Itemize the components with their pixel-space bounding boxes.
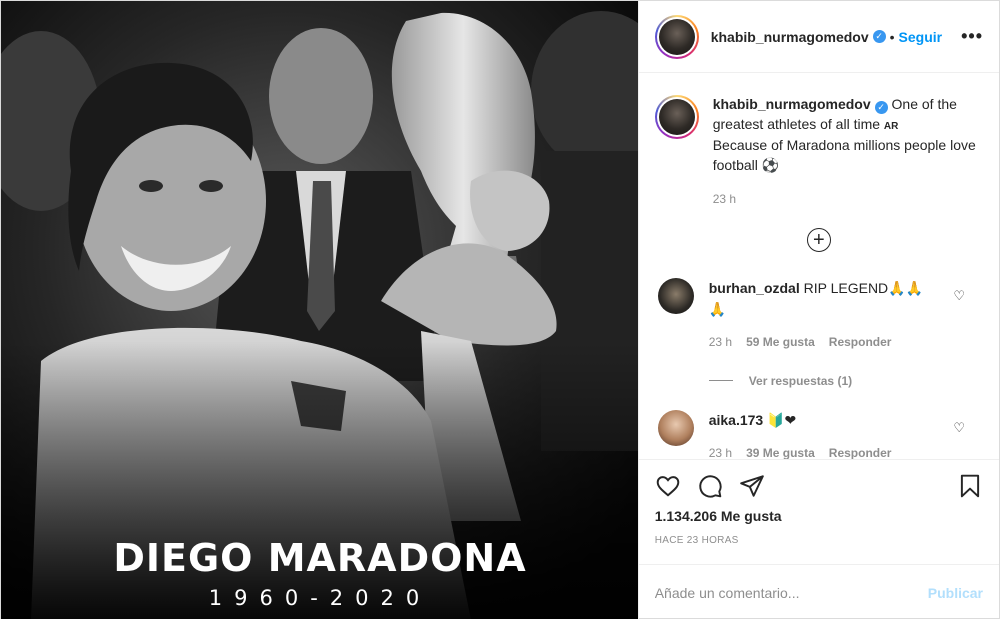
comment-time[interactable]: 23 h bbox=[709, 443, 732, 460]
comment-username[interactable]: aika.173 bbox=[709, 412, 764, 428]
reply-button[interactable]: Responder bbox=[829, 332, 892, 353]
replies-divider bbox=[708, 380, 733, 381]
verified-badge-icon: ✓ bbox=[872, 30, 886, 43]
author-avatar[interactable] bbox=[654, 14, 699, 59]
paper-plane-icon[interactable] bbox=[739, 473, 765, 499]
separator-dot: • bbox=[889, 28, 895, 45]
flag-argentina: AR bbox=[883, 120, 899, 132]
post-header: khabib_nurmagomedov ✓ • Seguir ••• bbox=[638, 1, 999, 73]
comment-likes[interactable]: 39 Me gusta bbox=[746, 443, 815, 460]
commenter-avatar[interactable] bbox=[657, 277, 694, 314]
instagram-post: DIEGO MARADONA 1960-2020 khabib_nurmagom… bbox=[0, 0, 1000, 619]
caption-username[interactable]: khabib_nurmagomedov bbox=[713, 96, 871, 112]
caption-avatar[interactable] bbox=[654, 95, 699, 139]
like-comment-icon[interactable]: ♡ bbox=[953, 420, 965, 436]
reply-button[interactable]: Responder bbox=[829, 443, 892, 460]
post-actions: 1.134.206 Me gusta HACE 23 HORAS bbox=[638, 459, 999, 564]
verified-badge-icon: ✓ bbox=[874, 101, 888, 115]
add-comment-bar: Publicar bbox=[638, 564, 999, 619]
comments-list[interactable]: khabib_nurmagomedov ✓ One of the greatest… bbox=[639, 73, 999, 459]
comment-text: 🔰❤ bbox=[767, 411, 797, 428]
caption: khabib_nurmagomedov ✓ One of the greatest… bbox=[654, 73, 983, 210]
commenter-avatar[interactable] bbox=[657, 409, 694, 446]
author-username[interactable]: khabib_nurmagomedov bbox=[711, 29, 869, 45]
maradona-photo bbox=[1, 1, 638, 619]
view-replies-label: Ver respuestas (1) bbox=[748, 373, 853, 388]
more-options-icon[interactable]: ••• bbox=[961, 26, 983, 47]
comment-input[interactable] bbox=[654, 584, 928, 601]
bookmark-icon[interactable] bbox=[957, 473, 983, 499]
publish-button[interactable]: Publicar bbox=[928, 585, 983, 601]
comment-item: aika.173 🔰❤ 23 h 39 Me gusta Responder ♡ bbox=[655, 409, 983, 460]
caption-time[interactable]: 23 h bbox=[713, 190, 983, 210]
follow-button[interactable]: Seguir bbox=[899, 29, 943, 45]
post-time[interactable]: HACE 23 HORAS bbox=[655, 535, 983, 546]
comment-item: burhan_ozdal RIP LEGEND🙏🙏🙏 23 h 59 Me gu… bbox=[655, 277, 983, 353]
plus-circle-icon[interactable]: + bbox=[806, 227, 831, 252]
view-replies-button[interactable]: Ver respuestas (1) bbox=[708, 373, 983, 388]
comment-time[interactable]: 23 h bbox=[709, 332, 732, 353]
post-image[interactable]: DIEGO MARADONA 1960-2020 bbox=[1, 1, 638, 619]
caption-text-2: Because of Maradona millions people love… bbox=[712, 137, 976, 173]
like-comment-icon[interactable]: ♡ bbox=[953, 288, 965, 304]
heart-icon[interactable] bbox=[655, 473, 681, 499]
football-emoji: ⚽ bbox=[761, 156, 780, 173]
image-title-text: DIEGO MARADONA bbox=[113, 536, 527, 580]
comment-username[interactable]: burhan_ozdal bbox=[709, 280, 800, 296]
post-sidebar: khabib_nurmagomedov ✓ • Seguir ••• khabi… bbox=[637, 1, 999, 619]
likes-count[interactable]: 1.134.206 Me gusta bbox=[655, 508, 983, 524]
comment-icon[interactable] bbox=[697, 473, 723, 499]
comment-likes[interactable]: 59 Me gusta bbox=[746, 332, 815, 353]
image-years-text: 1960-2020 bbox=[208, 586, 432, 610]
